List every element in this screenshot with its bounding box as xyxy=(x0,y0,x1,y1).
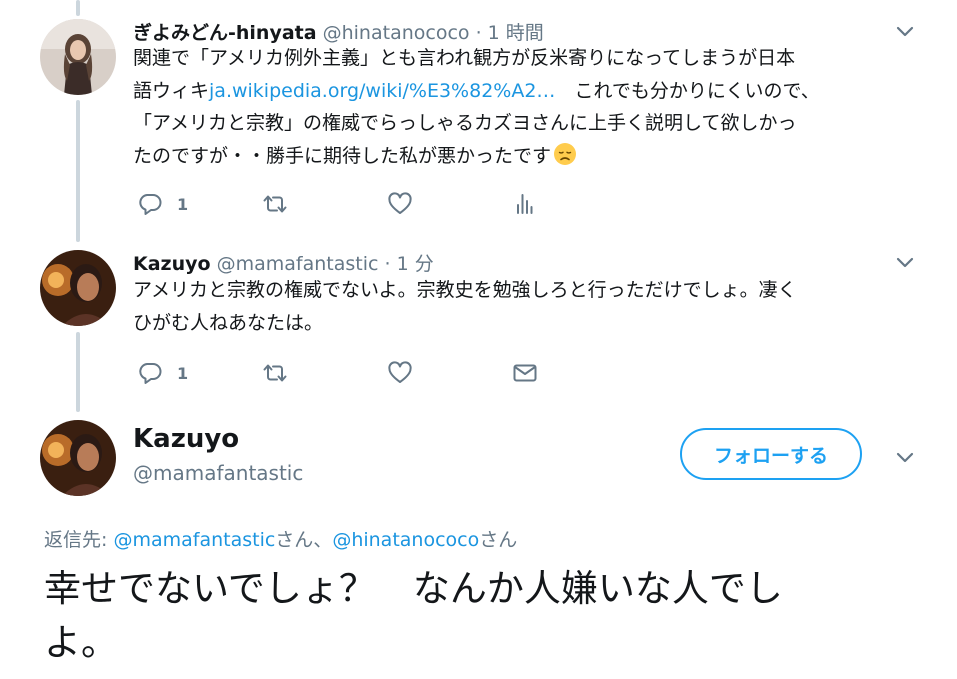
text-line: 関連で「アメリカ例外主義」とも言われ観方が反米寄りになってしまうが日本 xyxy=(133,47,796,69)
main-tweet-text: 幸せでないでしょ？ なんか人嫌いな人でし よ。 xyxy=(44,562,924,670)
text-line: たのですが・・勝手に期待した私が悪かったです xyxy=(133,140,820,173)
like-button[interactable] xyxy=(387,191,413,217)
reply-icon xyxy=(139,363,162,384)
reply-icon xyxy=(139,194,162,215)
reply-count: 1 xyxy=(177,194,189,214)
avatar-kazuyo-main[interactable] xyxy=(40,420,116,496)
text-segment: 語ウィキ xyxy=(133,79,210,102)
wikipedia-link[interactable]: ja.wikipedia.org/wiki/%E3%82%A2… xyxy=(209,80,555,102)
reply-button[interactable]: 1 xyxy=(137,360,188,386)
text-line: 幸せでないでしょ？ なんか人嫌いな人でし xyxy=(44,567,783,610)
avatar-hinyata[interactable] xyxy=(40,19,116,95)
main-user-handle[interactable]: @mamafantastic xyxy=(133,461,303,485)
reply-button[interactable]: 1 xyxy=(137,191,188,217)
text-segment: これでも分かりにくいので、 xyxy=(555,79,820,102)
disappointed-face-icon xyxy=(554,142,577,165)
display-name[interactable]: Kazuyo xyxy=(133,253,211,275)
direct-message-icon xyxy=(513,364,537,382)
text-line: ひがむ人ねあなたは。 xyxy=(133,311,324,334)
user-handle[interactable]: @mamafantastic xyxy=(217,253,379,275)
chevron-down-icon[interactable] xyxy=(894,20,916,42)
tweet-timestamp[interactable]: · 1 分 xyxy=(385,253,434,275)
like-icon xyxy=(388,361,412,383)
text-line: アメリカと宗教の権威でないよ。宗教史を勉強しろと行っただけでしょ。凄く xyxy=(133,279,797,301)
thread-line-2 xyxy=(76,332,80,412)
main-display-name[interactable]: Kazuyo xyxy=(133,424,239,454)
tweet-header: ぎよみどん-hinyata @hinatanococo · 1 時間 xyxy=(133,18,544,45)
text-segment: たのですが・・勝手に期待した私が悪かったです xyxy=(133,144,552,167)
chevron-down-icon[interactable] xyxy=(894,251,916,273)
analytics-button[interactable] xyxy=(512,191,538,217)
thread-line-top xyxy=(76,0,80,16)
reply-suffix: さん、 xyxy=(275,529,333,551)
reply-count: 1 xyxy=(177,363,189,383)
follow-button[interactable]: フォローする xyxy=(680,428,862,480)
reply-user-link[interactable]: @mamafantastic xyxy=(113,529,275,551)
reply-to-label: 返信先: xyxy=(44,529,114,551)
retweet-icon xyxy=(263,195,287,213)
display-name[interactable]: ぎよみどん-hinyata xyxy=(133,22,317,44)
thread-line-1 xyxy=(76,100,80,242)
like-button[interactable] xyxy=(387,360,413,386)
replying-to: 返信先: @mamafantasticさん、@hinatanococoさん xyxy=(44,525,517,552)
user-handle[interactable]: @hinatanococo xyxy=(323,22,470,44)
avatar-kazuyo[interactable] xyxy=(40,250,116,326)
tweet-text: アメリカと宗教の権威でないよ。宗教史を勉強しろと行っただけでしょ。凄く ひがむ人… xyxy=(133,274,797,339)
text-line: 語ウィキja.wikipedia.org/wiki/%E3%82%A2… これで… xyxy=(133,75,820,108)
reply-suffix: さん xyxy=(479,529,518,551)
retweet-button[interactable] xyxy=(262,360,288,386)
retweet-button[interactable] xyxy=(262,191,288,217)
text-line: 「アメリカと宗教」の権威でらっしゃるカズヨさんに上手く説明して欲しかっ xyxy=(133,112,797,134)
tweet-text: 関連で「アメリカ例外主義」とも言われ観方が反米寄りになってしまうが日本 語ウィキ… xyxy=(133,42,820,172)
chevron-down-icon[interactable] xyxy=(894,446,916,468)
analytics-icon xyxy=(517,194,533,214)
tweet-timestamp[interactable]: · 1 時間 xyxy=(476,22,544,44)
retweet-icon xyxy=(263,364,287,382)
direct-message-button[interactable] xyxy=(512,360,538,386)
tweet-header: Kazuyo @mamafantastic · 1 分 xyxy=(133,249,434,276)
reply-user-link[interactable]: @hinatanococo xyxy=(332,529,479,551)
text-line: よ。 xyxy=(44,621,118,664)
like-icon xyxy=(388,192,412,214)
